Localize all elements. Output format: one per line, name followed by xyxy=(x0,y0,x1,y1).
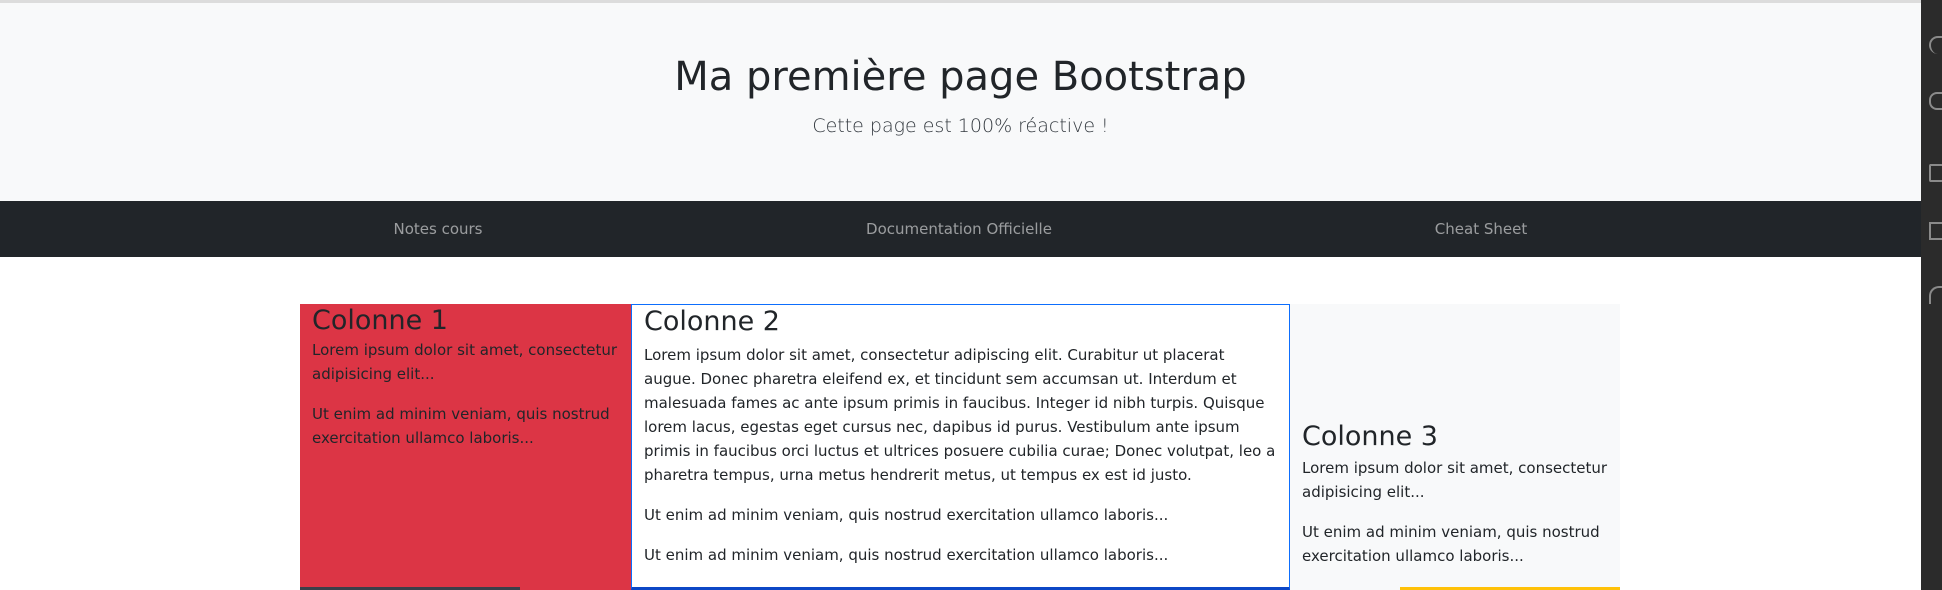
column-1-heading: Colonne 1 xyxy=(312,305,448,336)
page-lead: Cette page est 100% réactive ! xyxy=(812,115,1109,137)
navbar: Notes cours Documentation Officielle Che… xyxy=(0,201,1921,257)
column-1-paragraph-1: Lorem ipsum dolor sit amet, consectetur … xyxy=(312,341,618,383)
nav-link-notes-cours[interactable]: Notes cours xyxy=(393,201,482,257)
nav-link-cheat-sheet[interactable]: Cheat Sheet xyxy=(1435,201,1527,257)
column-2-heading: Colonne 2 xyxy=(644,306,780,337)
column-2: Colonne 2 Lorem ipsum dolor sit amet, co… xyxy=(631,304,1290,590)
column-1: Colonne 1 Lorem ipsum dolor sit amet, co… xyxy=(300,304,631,590)
page: Ma première page Bootstrap Cette page es… xyxy=(0,0,1942,590)
jumbotron: Ma première page Bootstrap Cette page es… xyxy=(0,3,1921,201)
chevron-up-icon[interactable] xyxy=(1929,36,1942,54)
page-title: Ma première page Bootstrap xyxy=(674,54,1247,100)
branch-icon[interactable] xyxy=(1929,92,1942,110)
column-3-paragraph-1: Lorem ipsum dolor sit amet, consectetur … xyxy=(1302,459,1608,501)
layout-icon[interactable] xyxy=(1929,222,1942,240)
column-2-paragraph-1: Lorem ipsum dolor sit amet, consectetur … xyxy=(644,346,1276,484)
content-row: Colonne 1 Lorem ipsum dolor sit amet, co… xyxy=(300,304,1620,590)
wifi-icon[interactable] xyxy=(1929,286,1942,304)
column-2-paragraph-2: Ut enim ad minim veniam, quis nostrud ex… xyxy=(644,506,1169,524)
column-2-paragraph-3: Ut enim ad minim veniam, quis nostrud ex… xyxy=(644,546,1169,564)
column-3-heading: Colonne 3 xyxy=(1302,421,1438,452)
gear-icon[interactable] xyxy=(1929,164,1942,182)
column-3-paragraph-2: Ut enim ad minim veniam, quis nostrud ex… xyxy=(1302,523,1600,565)
nav-link-documentation-officielle[interactable]: Documentation Officielle xyxy=(866,201,1052,257)
editor-side-rail xyxy=(1921,0,1942,590)
column-3: Colonne 3 Lorem ipsum dolor sit amet, co… xyxy=(1290,304,1620,590)
column-1-paragraph-2: Ut enim ad minim veniam, quis nostrud ex… xyxy=(312,405,610,447)
